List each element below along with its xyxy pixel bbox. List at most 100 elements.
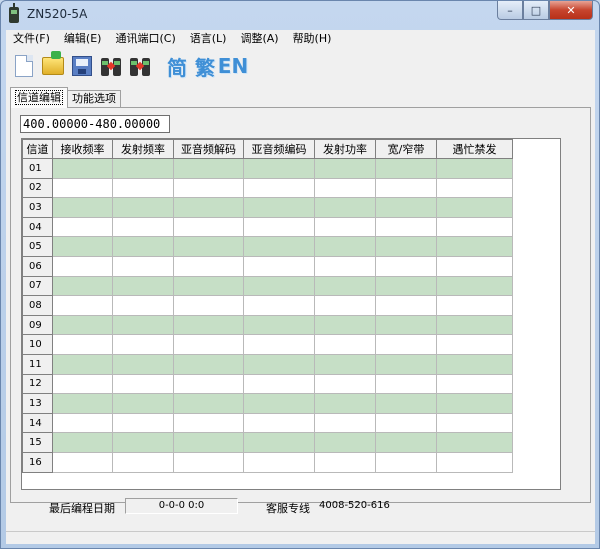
read-radio-button[interactable] [97, 51, 125, 81]
open-file-button[interactable] [39, 51, 67, 81]
header-tx-power[interactable]: 发射功率 [314, 139, 376, 159]
tx-freq-cell[interactable] [112, 216, 174, 238]
tx-freq-cell[interactable] [112, 177, 174, 199]
bandwidth-cell[interactable] [375, 236, 437, 257]
ctcss-decode-cell[interactable] [173, 275, 244, 297]
tx-power-cell[interactable] [314, 451, 376, 473]
tx-power-cell[interactable] [314, 275, 376, 297]
ctcss-decode-cell[interactable] [173, 373, 244, 395]
channel-number-cell[interactable]: 05 [22, 236, 53, 257]
menu-file[interactable]: 文件(F) [6, 30, 57, 48]
busy-lockout-cell[interactable] [436, 353, 513, 375]
rx-freq-cell[interactable] [52, 275, 113, 297]
tx-power-cell[interactable] [314, 197, 376, 218]
close-button[interactable]: ✕ [549, 1, 593, 20]
rx-freq-cell[interactable] [52, 236, 113, 257]
tx-power-cell[interactable] [314, 393, 376, 414]
ctcss-decode-cell[interactable] [173, 393, 244, 414]
busy-lockout-cell[interactable] [436, 334, 513, 355]
tx-power-cell[interactable] [314, 177, 376, 199]
simplified-chinese-button[interactable]: 简 [163, 51, 191, 81]
ctcss-encode-cell[interactable] [243, 432, 315, 453]
channel-number-cell[interactable]: 04 [22, 216, 53, 238]
menu-help[interactable]: 帮助(H) [286, 30, 339, 48]
busy-lockout-cell[interactable] [436, 197, 513, 218]
bandwidth-cell[interactable] [375, 158, 437, 179]
rx-freq-cell[interactable] [52, 393, 113, 414]
tx-freq-cell[interactable] [112, 334, 174, 355]
busy-lockout-cell[interactable] [436, 451, 513, 473]
maximize-button[interactable]: □ [523, 1, 549, 20]
tx-freq-cell[interactable] [112, 353, 174, 375]
channel-number-cell[interactable]: 09 [22, 314, 53, 336]
ctcss-decode-cell[interactable] [173, 334, 244, 355]
tx-freq-cell[interactable] [112, 255, 174, 277]
rx-freq-cell[interactable] [52, 158, 113, 179]
tx-power-cell[interactable] [314, 412, 376, 434]
tx-freq-cell[interactable] [112, 197, 174, 218]
ctcss-decode-cell[interactable] [173, 353, 244, 375]
rx-freq-cell[interactable] [52, 295, 113, 316]
bandwidth-cell[interactable] [375, 412, 437, 434]
ctcss-decode-cell[interactable] [173, 295, 244, 316]
channel-number-cell[interactable]: 10 [22, 334, 53, 355]
rx-freq-cell[interactable] [52, 314, 113, 336]
bandwidth-cell[interactable] [375, 373, 437, 395]
tx-freq-cell[interactable] [112, 393, 174, 414]
ctcss-decode-cell[interactable] [173, 158, 244, 179]
ctcss-decode-cell[interactable] [173, 451, 244, 473]
rx-freq-cell[interactable] [52, 197, 113, 218]
header-channel[interactable]: 信道 [22, 139, 53, 159]
bandwidth-cell[interactable] [375, 334, 437, 355]
tx-power-cell[interactable] [314, 158, 376, 179]
rx-freq-cell[interactable] [52, 255, 113, 277]
rx-freq-cell[interactable] [52, 177, 113, 199]
ctcss-encode-cell[interactable] [243, 412, 315, 434]
tx-freq-cell[interactable] [112, 412, 174, 434]
busy-lockout-cell[interactable] [436, 393, 513, 414]
ctcss-encode-cell[interactable] [243, 158, 315, 179]
ctcss-decode-cell[interactable] [173, 432, 244, 453]
header-rx-freq[interactable]: 接收频率 [52, 139, 113, 159]
rx-freq-cell[interactable] [52, 216, 113, 238]
tx-power-cell[interactable] [314, 295, 376, 316]
header-bandwidth[interactable]: 宽/窄带 [375, 139, 437, 159]
ctcss-decode-cell[interactable] [173, 236, 244, 257]
channel-number-cell[interactable]: 01 [22, 158, 53, 179]
tx-freq-cell[interactable] [112, 314, 174, 336]
channel-number-cell[interactable]: 06 [22, 255, 53, 277]
menu-language[interactable]: 语言(L) [183, 30, 234, 48]
bandwidth-cell[interactable] [375, 314, 437, 336]
ctcss-encode-cell[interactable] [243, 216, 315, 238]
ctcss-encode-cell[interactable] [243, 373, 315, 395]
menu-edit[interactable]: 编辑(E) [57, 30, 109, 48]
bandwidth-cell[interactable] [375, 432, 437, 453]
ctcss-decode-cell[interactable] [173, 314, 244, 336]
tx-power-cell[interactable] [314, 216, 376, 238]
busy-lockout-cell[interactable] [436, 255, 513, 277]
write-radio-button[interactable] [126, 51, 154, 81]
tx-power-cell[interactable] [314, 432, 376, 453]
rx-freq-cell[interactable] [52, 334, 113, 355]
tx-power-cell[interactable] [314, 314, 376, 336]
ctcss-encode-cell[interactable] [243, 314, 315, 336]
busy-lockout-cell[interactable] [436, 216, 513, 238]
bandwidth-cell[interactable] [375, 353, 437, 375]
bandwidth-cell[interactable] [375, 275, 437, 297]
busy-lockout-cell[interactable] [436, 412, 513, 434]
tx-freq-cell[interactable] [112, 432, 174, 453]
ctcss-decode-cell[interactable] [173, 177, 244, 199]
ctcss-encode-cell[interactable] [243, 177, 315, 199]
channel-number-cell[interactable]: 13 [22, 393, 53, 414]
tx-power-cell[interactable] [314, 334, 376, 355]
tx-freq-cell[interactable] [112, 295, 174, 316]
rx-freq-cell[interactable] [52, 412, 113, 434]
busy-lockout-cell[interactable] [436, 177, 513, 199]
busy-lockout-cell[interactable] [436, 236, 513, 257]
channel-number-cell[interactable]: 07 [22, 275, 53, 297]
ctcss-decode-cell[interactable] [173, 412, 244, 434]
ctcss-encode-cell[interactable] [243, 295, 315, 316]
busy-lockout-cell[interactable] [436, 295, 513, 316]
channel-number-cell[interactable]: 12 [22, 373, 53, 395]
tx-freq-cell[interactable] [112, 373, 174, 395]
